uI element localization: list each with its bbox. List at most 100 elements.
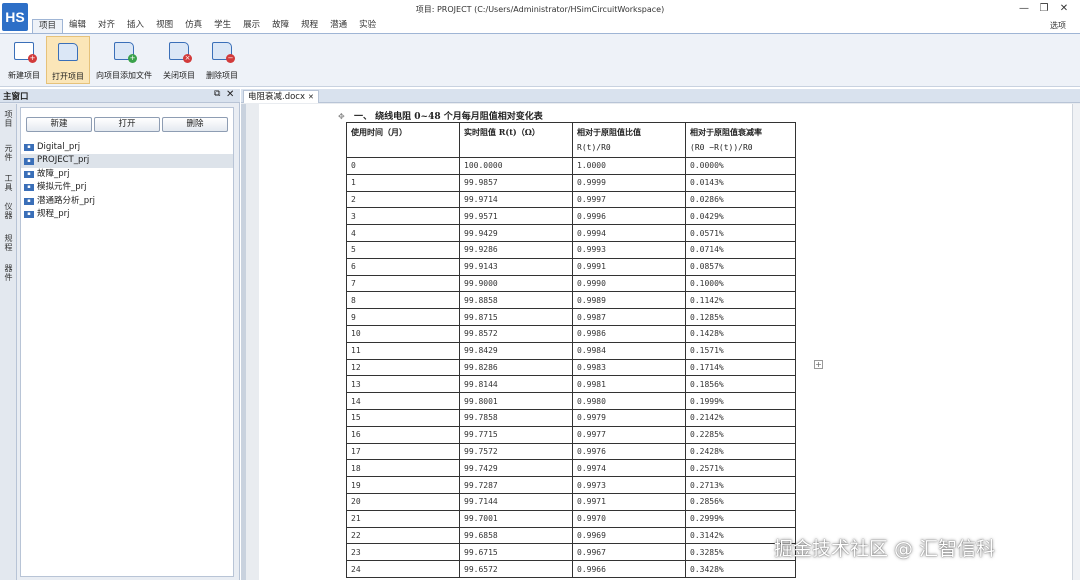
close-panel-icon[interactable]: ✕ [226,89,234,100]
close-project-button[interactable]: × 关闭项目 [158,36,200,84]
table-cell: 0.9994 [572,224,686,242]
project-item[interactable]: ▪ Digital_prj [21,141,233,154]
menu-options[interactable]: 选项 [1050,20,1066,31]
table-cell: 99.7287 [459,476,573,494]
delete-project-button[interactable]: − 删除项目 [202,36,242,84]
project-item[interactable]: ▪ 故障_prj [21,168,233,181]
table-cell: 21 [346,509,460,528]
vtab-device[interactable]: 器件 [2,264,15,282]
minimize-button[interactable]: — [1013,2,1035,16]
project-list: ▪ Digital_prj ▪ PROJECT_prj ▪ 故障_prj ▪ 模拟元件_… [21,141,233,221]
project-item[interactable]: ▪ 规程_prj [21,208,233,221]
watermark: 掘金技术社区 @ 汇智信科 [774,538,996,560]
table-cell: 99.8429 [459,341,573,360]
document-tab-label: 电阻衰减.docx [248,92,306,102]
folder-open-icon [58,43,78,61]
table-cell: 0.0143% [685,173,796,192]
table-cell: 0.9970 [572,509,686,528]
menu-experiment[interactable]: 实验 [353,19,382,33]
new-document-icon: + [14,42,37,63]
table-cell: 99.6572 [459,560,573,578]
vtab-component[interactable]: 元件 [2,144,15,162]
table-body: 0 100.0000 1.0000 0.0000% 1 99.9857 0.9999 0.01… [346,157,796,578]
window-title: 项目: PROJECT (C:/Users/Administrator/HSim… [415,5,665,14]
new-button[interactable]: 新建 [26,117,92,132]
table-cell: 0.3428% [685,560,796,578]
table-cell: 0.0286% [685,190,796,209]
table-cell: 5 [346,240,460,259]
table-row: 10 99.8572 0.9986 0.1428% [346,324,796,343]
table-row: 17 99.7572 0.9976 0.2428% [346,442,796,461]
menu-view[interactable]: 视图 [150,19,179,33]
table-cell: 99.7572 [459,442,573,461]
table-cell: 99.9143 [459,257,573,276]
table-cell: 0.0857% [685,257,796,276]
menu-project[interactable]: 项目 [32,19,64,33]
table-cell: 16 [346,425,460,444]
vtab-project[interactable]: 项目 [2,110,15,128]
menu-insert[interactable]: 插入 [121,19,150,33]
new-project-button[interactable]: + 新建项目 [4,36,44,84]
vtab-tools[interactable]: 工具 [2,174,15,192]
table-row: 15 99.7858 0.9979 0.2142% [346,408,796,427]
open-project-button[interactable]: 打开项目 [46,36,90,84]
table-cell: 10 [346,324,460,343]
document-tab[interactable]: 电阻衰减.docx ✕ [243,90,319,103]
table-cell: 0.2999% [685,509,796,528]
close-project-label: 关闭项目 [163,71,195,80]
table-row: 16 99.7715 0.9977 0.2285% [346,425,796,444]
vtab-instrument[interactable]: 仪器 [2,202,15,220]
delete-button[interactable]: 删除 [162,117,228,132]
table-cell: 15 [346,408,460,427]
table-row: 20 99.7144 0.9971 0.2856% [346,492,796,511]
close-button[interactable]: ✕ [1053,2,1075,16]
project-item[interactable]: ▪ PROJECT_prj [21,154,233,168]
splitter-handle[interactable] [241,104,246,580]
table-cell: 99.9429 [459,224,573,242]
vertical-scrollbar[interactable] [1072,104,1080,580]
menu-sneak-path[interactable]: 潜通 [324,19,353,33]
table-cell: 0.9990 [572,274,686,293]
table-cell: 24 [346,560,460,578]
project-item[interactable]: ▪ 模拟元件_prj [21,181,233,194]
vtab-procedure[interactable]: 规程 [2,234,15,252]
table-cell: 0.1142% [685,291,796,310]
open-button[interactable]: 打开 [94,117,160,132]
resistance-table: 使用时间（月） 实时阻值 R(t)（Ω） 相对于原阻值比值 R(t)/R0 相对于… [346,122,796,578]
maximize-button[interactable]: ❐ [1033,2,1055,16]
menu-procedure[interactable]: 规程 [295,19,324,33]
add-column-icon[interactable]: + [814,360,823,369]
table-cell: 11 [346,341,460,360]
document-tab-bar: 电阻衰减.docx ✕ [241,89,1080,103]
table-cell: 3 [346,207,460,226]
folder-delete-icon: − [212,42,235,63]
table-move-icon[interactable]: ✥ [338,112,345,121]
table-cell: 0.2285% [685,425,796,444]
table-row: 2 99.9714 0.9997 0.0286% [346,190,796,209]
table-cell: 99.8715 [459,308,573,326]
menu-student[interactable]: 学生 [208,19,237,33]
table-cell: 99.6858 [459,526,573,545]
table-cell: 0.9977 [572,425,686,444]
menu-align[interactable]: 对齐 [92,19,121,33]
table-row: 12 99.8286 0.9983 0.1714% [346,358,796,377]
table-cell: 0.9991 [572,257,686,276]
table-cell: 18 [346,459,460,478]
menu-simulation[interactable]: 仿真 [179,19,208,33]
table-cell: 8 [346,291,460,310]
table-row: 21 99.7001 0.9970 0.2999% [346,509,796,528]
add-file-to-project-button[interactable]: + 向项目添加文件 [92,36,156,84]
menu-display[interactable]: 展示 [237,19,266,33]
menu-fault[interactable]: 故障 [266,19,295,33]
float-panel-icon[interactable]: ⧉ [214,89,220,99]
menu-edit[interactable]: 编辑 [63,19,92,33]
table-row: 6 99.9143 0.9991 0.0857% [346,257,796,276]
table-cell: 0.9966 [572,560,686,578]
table-cell: 19 [346,476,460,494]
project-item[interactable]: ▪ 潜通路分析_prj [21,195,233,208]
table-cell: 100.0000 [459,157,573,175]
table-cell: 0.9979 [572,408,686,427]
close-tab-icon[interactable]: ✕ [308,93,314,101]
project-file-icon: ▪ [24,157,34,165]
table-cell: 0.9983 [572,358,686,377]
